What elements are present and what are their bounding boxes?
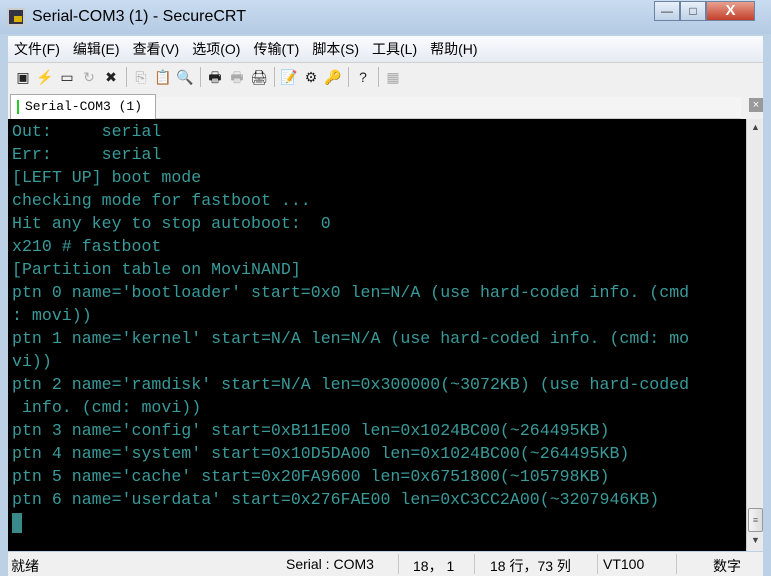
tab-serial-com3[interactable]: Serial-COM3 (1) [10, 94, 156, 119]
copy-icon[interactable]: ⎘ [132, 68, 150, 86]
tab-strip [156, 97, 741, 119]
print-selection-icon[interactable]: 🖶 [228, 68, 246, 86]
toolbar-separator [348, 67, 349, 87]
close-tab-icon[interactable]: × [749, 98, 763, 112]
find-icon[interactable]: 🔍 [176, 68, 194, 86]
status-bar: 就绪 Serial : COM3 18， 1 18 行，73 列 VT100 数… [8, 552, 763, 576]
window-title: Serial-COM3 (1) - SecureCRT [32, 8, 246, 25]
vertical-scrollbar[interactable]: ▲ ≡ ▼ [746, 119, 763, 551]
terminal-line: ptn 6 name='userdata' start=0x276FAE00 l… [12, 490, 660, 509]
status-num-lock: 数字 [713, 558, 741, 574]
terminal-line: Out: serial [12, 122, 162, 141]
global-options-icon[interactable]: ⚙ [302, 68, 320, 86]
menu-item[interactable]: 编辑(E) [73, 39, 120, 59]
menu-item[interactable]: 工具(L) [372, 39, 417, 59]
key-icon[interactable]: 🔑 [324, 68, 342, 86]
menu-item[interactable]: 脚本(S) [312, 39, 359, 59]
toolbar-separator [126, 67, 127, 87]
status-ready: 就绪 [11, 558, 39, 574]
terminal-line: ptn 2 name='ramdisk' start=N/A len=0x300… [12, 375, 690, 394]
terminal-line: : movi)) [12, 306, 92, 325]
menu-bar: 文件(F) 编辑(E) 查看(V) 选项(O) 传输(T) 脚本(S) 工具(L) 帮助(H) [8, 36, 763, 62]
terminal-output[interactable]: Out: serial Err: serial [LEFT UP] boot mod… [8, 119, 746, 551]
terminal-line: [LEFT UP] boot mode [12, 168, 202, 187]
sftp-icon[interactable]: ▦ [384, 68, 402, 86]
menu-item[interactable]: 传输(T) [253, 39, 299, 59]
status-connection: Serial : COM3 [286, 556, 374, 572]
toolbar-separator [274, 67, 275, 87]
terminal-line: vi)) [12, 352, 52, 371]
status-terminal-size: 18 行，73 列 [490, 558, 571, 574]
terminal-line: ptn 0 name='bootloader' start=0x0 len=N/… [12, 283, 690, 302]
menu-item[interactable]: 帮助(H) [430, 39, 477, 59]
terminal-prompt-line [12, 511, 746, 534]
minimize-button[interactable]: — [654, 1, 680, 21]
terminal-line: x210 # fastboot [12, 237, 162, 256]
print-screen-icon[interactable]: 🖶 [206, 68, 224, 86]
maximize-button[interactable]: □ [680, 1, 706, 21]
connect-tab-icon[interactable]: ▭ [58, 68, 76, 86]
terminal-line: checking mode for fastboot ... [12, 191, 311, 210]
print-icon[interactable]: 🖨 [250, 68, 268, 86]
disconnect-icon[interactable]: ✖ [102, 68, 120, 86]
scroll-down-icon[interactable]: ▼ [747, 532, 764, 549]
scroll-up-icon[interactable]: ▲ [747, 119, 764, 136]
status-cursor-position: 18， 1 [413, 558, 455, 574]
close-button[interactable]: X [706, 1, 755, 21]
terminal-line: ptn 1 name='kernel' start=N/A len=N/A (u… [12, 329, 690, 348]
menu-item[interactable]: 文件(F) [14, 39, 60, 59]
title-bar: Serial-COM3 (1) - SecureCRT — □ X [0, 0, 771, 34]
terminal-line: Hit any key to stop autoboot: 0 [12, 214, 331, 233]
terminal-line: ptn 3 name='config' start=0xB11E00 len=0… [12, 421, 610, 440]
toolbar: ▣ ⚡ ▭ ↻ ✖ ⎘ 📋 🔍 🖶 🖶 🖨 📝 ⚙ 🔑? ▦ [8, 62, 763, 91]
terminal-line: Err: serial [12, 145, 162, 164]
reconnect-icon[interactable]: ↻ [80, 68, 98, 86]
terminal-cursor [12, 512, 22, 533]
menu-item[interactable]: 选项(O) [192, 39, 240, 59]
app-icon [7, 8, 25, 26]
terminal-line: ptn 5 name='cache' start=0x20FA9600 len=… [12, 467, 610, 486]
quick-connect-icon[interactable]: ⚡ [36, 68, 54, 86]
paste-icon[interactable]: 📋 [154, 68, 172, 86]
connect-icon[interactable]: ▣ [14, 68, 32, 86]
toolbar-separator [378, 67, 379, 87]
help-icon[interactable]: ? [354, 68, 372, 86]
terminal-line: ptn 4 name='system' start=0x10D5DA00 len… [12, 444, 630, 463]
scroll-thumb[interactable]: ≡ [748, 508, 763, 532]
terminal-line: info. (cmd: movi)) [12, 398, 202, 417]
terminal-line: [Partition table on MoviNAND] [12, 260, 301, 279]
tab-bar: Serial-COM3 (1) × [8, 91, 763, 119]
session-options-icon[interactable]: 📝 [280, 68, 298, 86]
toolbar-separator [200, 67, 201, 87]
menu-item[interactable]: 查看(V) [133, 39, 180, 59]
status-emulation: VT100 [603, 556, 645, 572]
